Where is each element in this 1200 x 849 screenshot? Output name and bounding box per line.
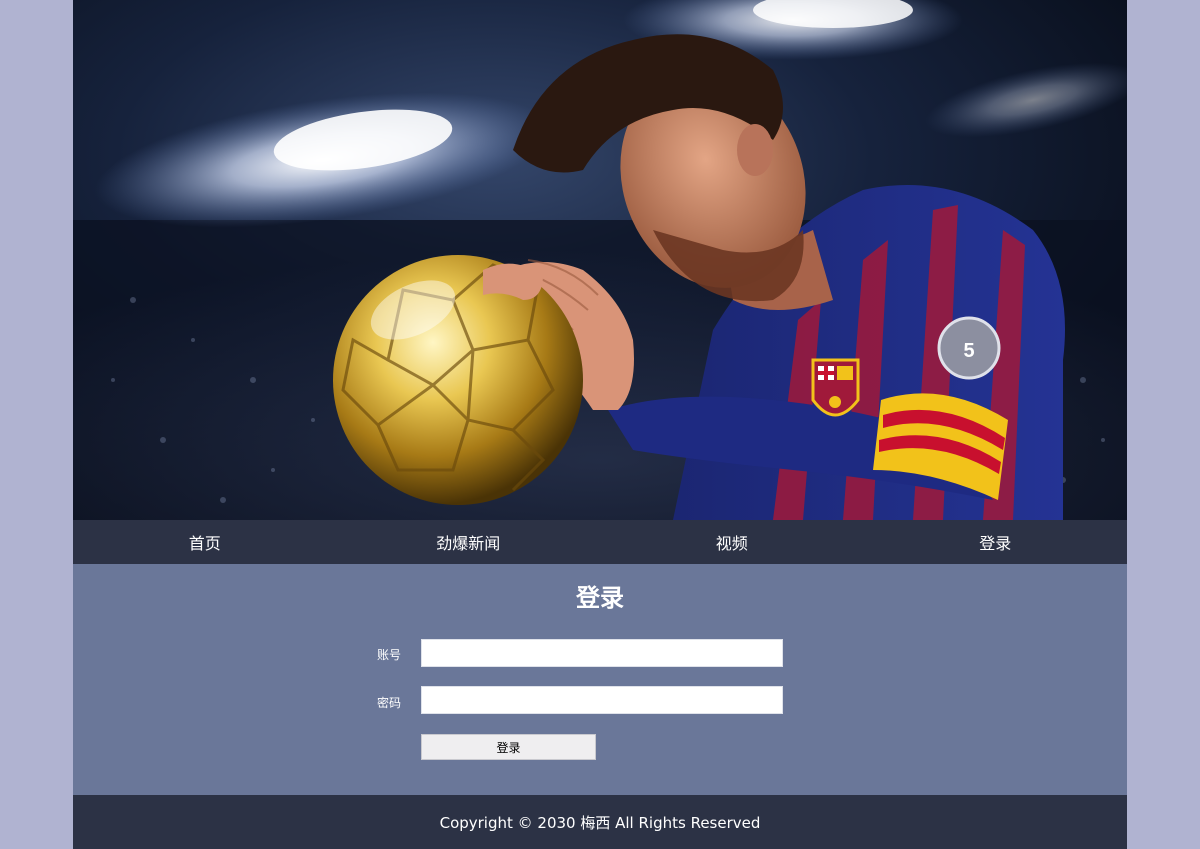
nav-item-login[interactable]: 登录 [864,520,1128,564]
login-title: 登录 [576,584,624,612]
login-submit-button[interactable]: 登录 [421,734,596,760]
nav-item-video[interactable]: 视频 [600,520,864,564]
account-input[interactable] [421,639,783,667]
page-container: 5 首页 劲爆新闻 视频 登录 登录 账号 密码 登录 Copyright © … [73,0,1127,849]
password-label: 密码 [376,696,401,710]
main-nav: 首页 劲爆新闻 视频 登录 [73,520,1127,564]
login-form: 登录 账号 密码 登录 [73,564,1127,795]
nav-item-home[interactable]: 首页 [73,520,337,564]
hero-image: 5 [73,0,1127,520]
password-input[interactable] [421,686,783,714]
svg-text:5: 5 [963,340,974,362]
nav-item-news[interactable]: 劲爆新闻 [337,520,601,564]
copyright-text: Copyright © 2030 梅西 All Rights Reserved [439,813,761,832]
account-label: 账号 [376,648,401,662]
hero-banner: 5 [73,0,1127,520]
footer: Copyright © 2030 梅西 All Rights Reserved [73,795,1127,849]
